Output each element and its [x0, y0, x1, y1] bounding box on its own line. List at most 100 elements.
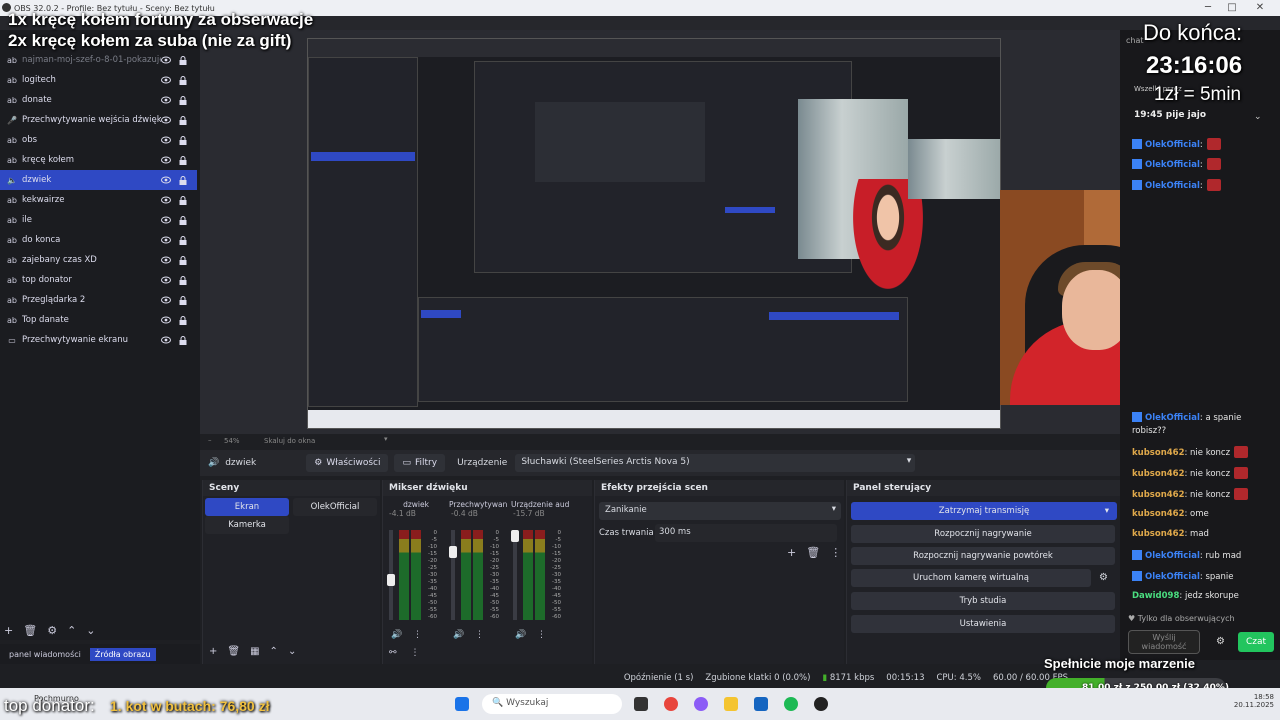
add-scene-icon[interactable]: + [209, 646, 217, 657]
lock-icon[interactable] [179, 195, 189, 205]
link-icon[interactable]: ⚯ [389, 648, 397, 658]
studio-mode-button[interactable]: Tryb studia [851, 592, 1115, 610]
visibility-eye-icon[interactable] [161, 96, 173, 104]
remove-scene-icon[interactable]: 🗑 [227, 646, 240, 657]
lock-icon[interactable] [179, 235, 189, 245]
store-icon[interactable] [754, 697, 768, 711]
source-item[interactable]: 🔈 dzwiek [0, 170, 197, 190]
move-down-icon[interactable]: ⌄ [86, 624, 95, 637]
stop-streaming-button[interactable]: Zatrzymaj transmisję ▾ [851, 502, 1117, 520]
chat-send-button[interactable]: Czat [1238, 632, 1274, 652]
mute-icon[interactable]: 🔊 [453, 630, 464, 640]
scene-item[interactable]: Kamerka [205, 516, 289, 534]
visibility-eye-icon[interactable] [161, 296, 173, 304]
zoom-dropdown-icon[interactable]: ▾ [384, 435, 388, 443]
lock-icon[interactable] [179, 115, 189, 125]
lock-icon[interactable] [179, 275, 189, 285]
clock[interactable]: 18:58 20.11.2025 [1218, 693, 1274, 709]
taskbar-search[interactable]: 🔍 Wyszukaj [482, 694, 622, 714]
source-item[interactable]: ab kręcę kołem [0, 150, 197, 170]
visibility-eye-icon[interactable] [161, 336, 173, 344]
lock-icon[interactable] [179, 255, 189, 265]
volume-slider[interactable] [387, 530, 395, 620]
chat-username[interactable]: Dawid098 [1132, 591, 1179, 601]
move-up-icon[interactable]: ⌃ [270, 646, 278, 657]
lock-icon[interactable] [179, 55, 189, 65]
channel-menu-icon[interactable]: ⋮ [475, 630, 484, 640]
settings-button[interactable]: Ustawienia [851, 615, 1115, 633]
source-item[interactable]: ab obs [0, 130, 197, 150]
source-item[interactable]: ab do konca [0, 230, 197, 250]
slider-handle[interactable] [387, 574, 395, 586]
move-down-icon[interactable]: ⌄ [288, 646, 296, 657]
zoom-minus[interactable]: – [208, 436, 212, 444]
start-replay-button[interactable]: Rozpocznij nagrywanie powtórek [851, 547, 1115, 565]
visibility-eye-icon[interactable] [161, 116, 173, 124]
source-item[interactable]: ab logitech [0, 70, 197, 90]
taskview-icon[interactable] [634, 697, 648, 711]
mixer-menu-icon[interactable]: ⋮ [411, 648, 420, 658]
windows-start-icon[interactable] [455, 697, 469, 711]
remove-transition-icon[interactable]: 🗑 [806, 546, 820, 559]
chat-username[interactable]: OlekOfficial [1145, 181, 1200, 191]
lock-icon[interactable] [179, 175, 189, 185]
source-item[interactable]: ab najman-moj-szef-o-8-01-pokazuje-na [0, 50, 197, 70]
source-item[interactable]: ab kekwairze [0, 190, 197, 210]
device-select[interactable]: Słuchawki (SteelSeries Arctis Nova 5) ▾ [515, 454, 916, 472]
source-item[interactable]: ab Przeglądarka 2 [0, 290, 197, 310]
tab-sources[interactable]: Źródła obrazu [89, 647, 156, 661]
lock-icon[interactable] [179, 75, 189, 85]
remove-source-icon[interactable]: 🗑 [23, 624, 37, 637]
scene-item[interactable]: Ekran [205, 498, 289, 516]
source-item[interactable]: ab ile [0, 210, 197, 230]
move-up-icon[interactable]: ⌃ [67, 624, 76, 637]
chat-username[interactable]: OlekOfficial [1145, 160, 1200, 170]
lock-icon[interactable] [179, 295, 189, 305]
volume-slider[interactable] [449, 530, 457, 620]
tab-messages[interactable]: panel wiadomości [4, 648, 86, 661]
virtual-camera-settings-icon[interactable]: ⚙ [1099, 572, 1108, 583]
transition-menu-icon[interactable]: ⋮ [830, 546, 841, 559]
visibility-eye-icon[interactable] [161, 216, 173, 224]
virtual-camera-button[interactable]: Uruchom kamerę wirtualną [851, 569, 1091, 587]
visibility-eye-icon[interactable] [161, 256, 173, 264]
spotify-icon[interactable] [784, 697, 798, 711]
visibility-eye-icon[interactable] [161, 176, 173, 184]
chrome-icon[interactable] [664, 697, 678, 711]
chat-input[interactable]: Wyślij wiadomość [1128, 630, 1200, 654]
chat-username[interactable]: OlekOfficial [1145, 140, 1200, 150]
duration-input[interactable]: 300 ms [655, 524, 837, 542]
scene-filter-icon[interactable]: ▦ [250, 646, 259, 657]
zoom-mode[interactable]: Skaluj do okna [264, 437, 315, 445]
chat-username[interactable]: kubson462 [1132, 490, 1184, 500]
channel-menu-icon[interactable]: ⋮ [537, 630, 546, 640]
volume-slider[interactable] [511, 530, 519, 620]
visibility-eye-icon[interactable] [161, 236, 173, 244]
filters-button[interactable]: ▭ Filtry [394, 454, 446, 472]
visibility-eye-icon[interactable] [161, 56, 173, 64]
properties-button[interactable]: ⚙ Właściwości [306, 454, 389, 472]
transition-select[interactable]: Zanikanie ▾ [599, 502, 841, 520]
source-item[interactable]: ▭ Przechwytywanie ekranu [0, 330, 197, 350]
chevron-down-icon[interactable]: ⌄ [1254, 112, 1262, 122]
mute-icon[interactable]: 🔊 [391, 630, 402, 640]
visibility-eye-icon[interactable] [161, 276, 173, 284]
source-item[interactable]: ab top donator [0, 270, 197, 290]
scene-item[interactable]: OlekOfficial [293, 498, 377, 516]
source-item[interactable]: ab zajebany czas XD [0, 250, 197, 270]
visibility-eye-icon[interactable] [161, 156, 173, 164]
add-source-icon[interactable]: + [4, 624, 13, 637]
obs-taskbar-icon[interactable] [814, 697, 828, 711]
visibility-eye-icon[interactable] [161, 316, 173, 324]
lock-icon[interactable] [179, 215, 189, 225]
preview-canvas[interactable] [307, 38, 1001, 429]
add-transition-icon[interactable]: + [787, 546, 796, 559]
slider-handle[interactable] [511, 530, 519, 542]
chat-username[interactable]: OlekOfficial [1145, 572, 1200, 582]
source-item[interactable]: ab Top danate [0, 310, 197, 330]
lock-icon[interactable] [179, 135, 189, 145]
chat-username[interactable]: kubson462 [1132, 448, 1184, 458]
slider-handle[interactable] [449, 546, 457, 558]
copilot-icon[interactable] [694, 697, 708, 711]
chat-username[interactable]: OlekOfficial [1145, 551, 1200, 561]
